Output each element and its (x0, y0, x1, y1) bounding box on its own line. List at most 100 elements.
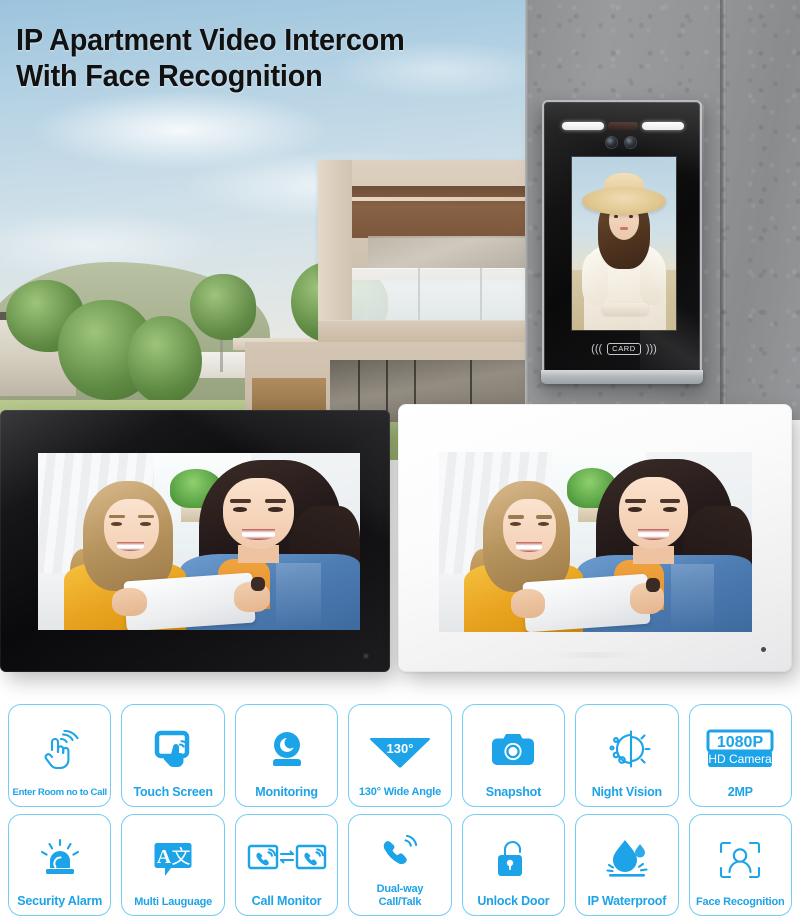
tree (190, 274, 256, 340)
woman-thumb (250, 576, 265, 592)
feature-grid: Enter Room no to Call Touch Screen Monit… (0, 698, 800, 924)
feature-card-face-recognition[interactable]: Face Recognition (688, 813, 792, 916)
woman-eye (232, 506, 248, 512)
woman-jacket-highlight (276, 562, 322, 630)
door-station-body: ((( CARD ))) (542, 100, 704, 377)
visitor-lips (620, 227, 628, 230)
feature-label: Snapshot (485, 784, 542, 799)
camera-lens-right (625, 137, 636, 148)
villa-column (318, 160, 352, 320)
woman-jacket-highlight (670, 563, 715, 632)
tree (128, 316, 202, 404)
monitor-screen (439, 452, 752, 632)
feature-card-call-monitor[interactable]: Call Monitor (234, 813, 339, 916)
rf-wave-right-icon: ))) (645, 342, 657, 355)
feature-label: Dual-way Call/Talk (376, 883, 424, 908)
girl-brow (137, 514, 154, 519)
woman-smile (242, 529, 275, 540)
indoor-monitor-white (398, 404, 798, 680)
rf-wave-left-icon: ((( (591, 342, 603, 355)
feature-label: 2MP (727, 784, 753, 799)
door-station-screen (572, 157, 676, 330)
card-label: CARD (607, 342, 641, 356)
camera-monitor-icon (238, 714, 335, 785)
feature-label: Call Monitor (251, 894, 322, 908)
rfid-card-reader-area[interactable]: ((( CARD ))) (572, 337, 676, 361)
feature-card-security-alarm[interactable]: Security Alarm (8, 813, 112, 916)
translate-latin-glyph: A (157, 846, 172, 868)
monitor-screen (38, 453, 360, 630)
water-drop-icon (578, 824, 675, 895)
snapshot-camera-icon (465, 714, 562, 785)
feature-label: Touch Screen (133, 784, 213, 799)
camera-lens-left (606, 137, 617, 148)
girl-brow (507, 515, 524, 519)
wall-seam (720, 0, 727, 420)
video-call-scene (38, 453, 360, 630)
feature-card-night-vision[interactable]: Night Vision (575, 704, 679, 807)
feature-label: Monitoring (255, 784, 318, 799)
visitor-sleeve (640, 253, 666, 305)
siren-alarm-icon (11, 824, 108, 895)
video-call-scene (439, 452, 752, 632)
touch-sensor-strip[interactable] (550, 652, 640, 658)
feature-card-ip-waterproof[interactable]: IP Waterproof (575, 813, 679, 916)
feature-card-snapshot[interactable]: Snapshot (461, 704, 566, 807)
face-recognition-icon (692, 824, 789, 896)
railing-post (418, 268, 420, 320)
hd-camera-badge-text: HD Camera (709, 752, 773, 766)
touch-screen-icon (124, 714, 221, 785)
feature-label: Multi Lauguage (134, 895, 213, 908)
feature-card-dual-way-talk[interactable]: Dual-way Call/Talk (348, 813, 452, 916)
girl-hand (112, 587, 148, 616)
feature-label: Security Alarm (17, 894, 103, 908)
girl-brow (108, 514, 125, 519)
woman-brow (625, 498, 646, 503)
woman-brow (229, 499, 251, 503)
dual-way-talk-icon (351, 824, 448, 884)
visitor-eye (629, 215, 633, 218)
feature-card-unlock-door[interactable]: Unlock Door (461, 813, 566, 916)
door-station-base (541, 370, 703, 384)
feature-label: Enter Room no to Call (12, 786, 107, 798)
wide-angle-icon: 130° (351, 714, 448, 786)
door-station-device: ((( CARD ))) (538, 100, 706, 396)
hd-camera-icon: 1080P HD Camera (692, 714, 789, 785)
feature-card-multi-language[interactable]: A 文 Multi Lauguage (121, 813, 225, 916)
call-monitor-icon (238, 824, 335, 895)
visitor-hat-brim (582, 187, 666, 215)
girl-brow (536, 515, 552, 519)
translate-cjk-glyph: 文 (172, 846, 191, 868)
feature-label: IP Waterproof (587, 894, 667, 908)
status-led (761, 647, 766, 652)
railing-post (480, 268, 482, 320)
ir-led-right (642, 122, 684, 130)
indoor-monitor-black (0, 410, 396, 680)
visitor-eye (614, 215, 618, 218)
feature-card-touch-screen[interactable]: Touch Screen (121, 704, 225, 807)
page-title: IP Apartment Video Intercom With Face Re… (16, 22, 405, 93)
product-banner: IP Apartment Video Intercom With Face Re… (0, 0, 800, 924)
woman-eye (662, 506, 677, 512)
visitor-belt (602, 303, 648, 315)
feature-card-enter-room-no-to-call[interactable]: Enter Room no to Call (8, 704, 112, 807)
girl-eye (110, 522, 123, 526)
night-vision-icon (578, 714, 675, 785)
woman-thumb (645, 578, 660, 593)
villa-balcony-front (318, 320, 560, 342)
woman-eye (628, 506, 643, 512)
unlock-padlock-icon (465, 824, 562, 895)
feature-card-monitoring[interactable]: Monitoring (234, 704, 339, 807)
wide-angle-badge-text: 130° (387, 741, 414, 756)
girl-eye (139, 522, 152, 526)
feature-label: Unlock Door (477, 894, 550, 908)
feature-label: Face Recognition (696, 895, 785, 908)
woman-brow (659, 498, 680, 503)
feature-card-2mp[interactable]: 1080P HD Camera 2MP (688, 704, 792, 807)
girl-smile (515, 542, 543, 552)
feature-label: Night Vision (591, 784, 662, 799)
translate-icon: A 文 (124, 824, 221, 896)
feature-card-wide-angle[interactable]: 130° 130° Wide Angle (348, 704, 452, 807)
woman-brow (265, 499, 286, 503)
touch-call-icon (11, 714, 108, 788)
